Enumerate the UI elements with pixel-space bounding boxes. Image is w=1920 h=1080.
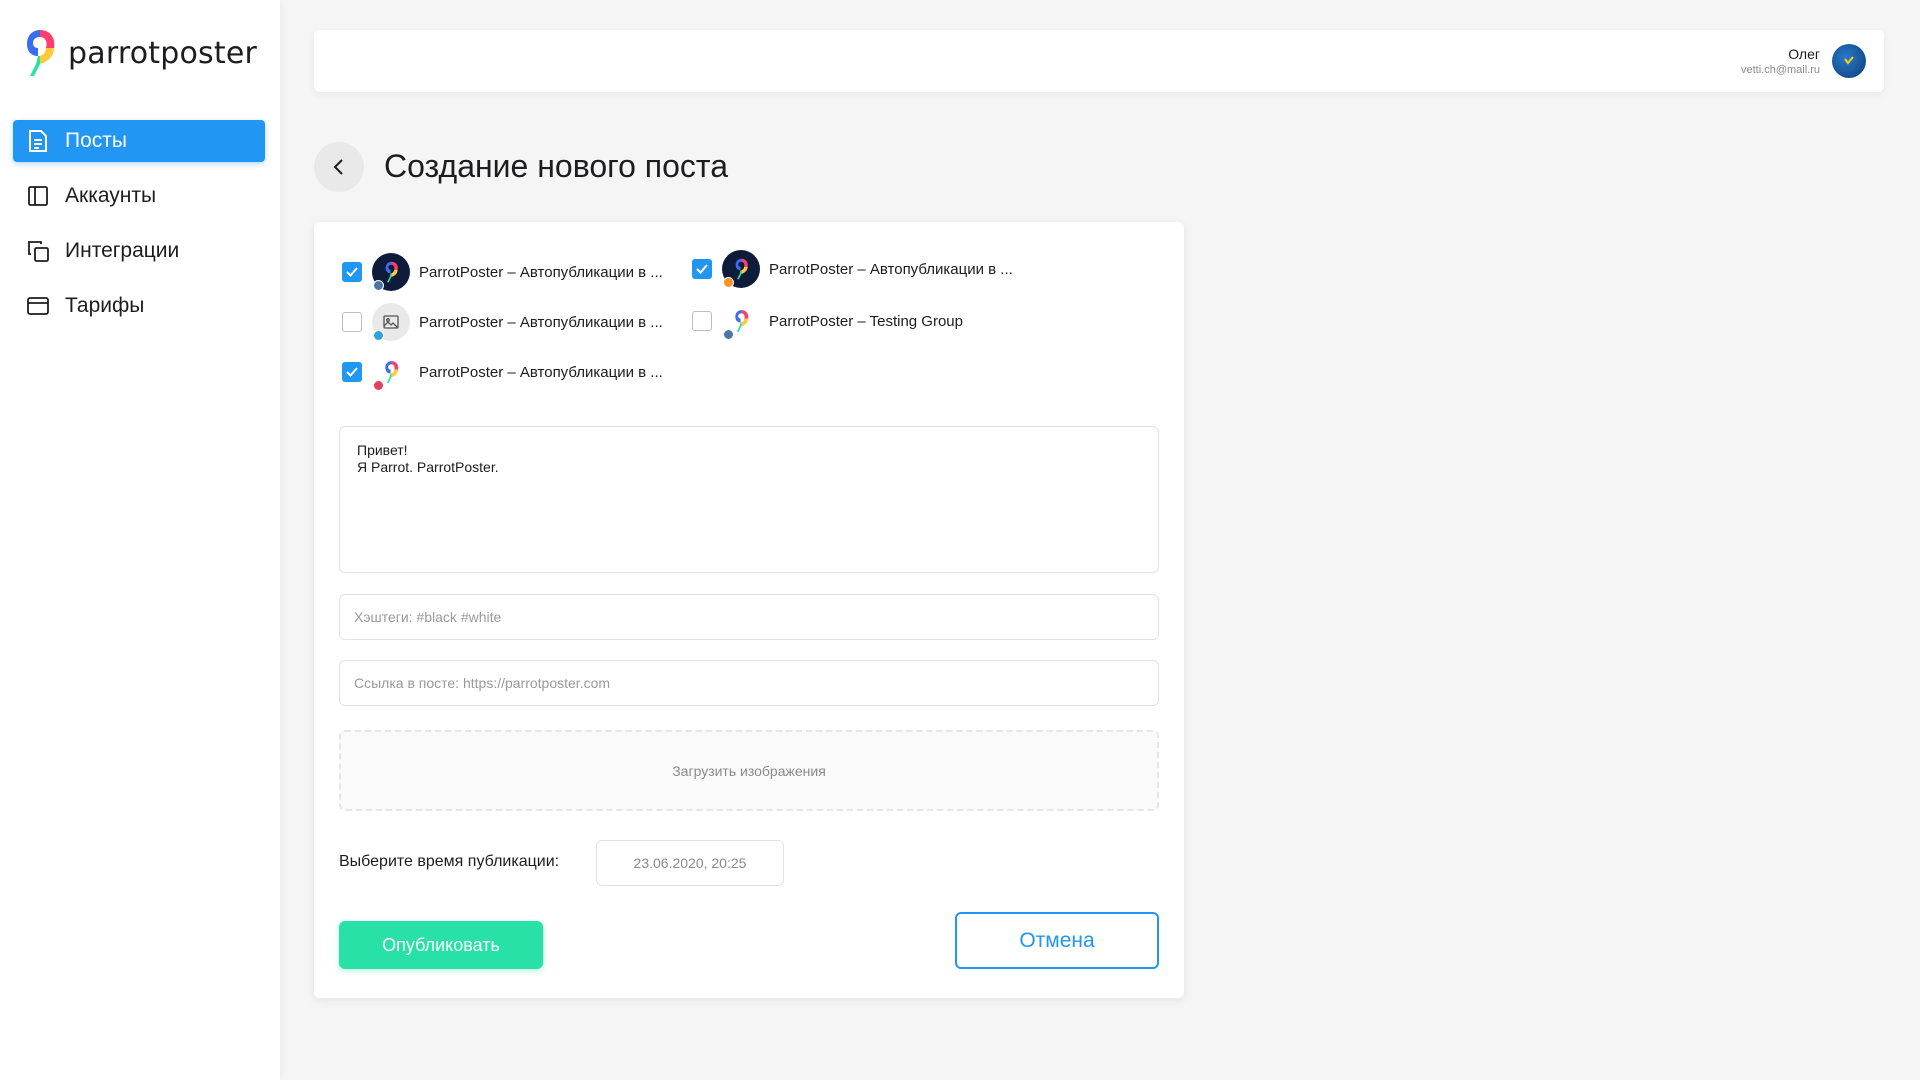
avatar-figure-icon xyxy=(1844,56,1854,65)
back-button[interactable] xyxy=(314,142,364,192)
checkmark-icon xyxy=(346,367,358,377)
account-name: ParrotPoster – Автопубликации в ... xyxy=(419,363,663,381)
user-email: vetti.ch@mail.ru xyxy=(1740,64,1820,76)
checkmark-icon xyxy=(346,267,358,277)
avatar[interactable] xyxy=(1832,44,1866,78)
parrot-icon xyxy=(385,261,398,283)
link-placeholder: Ссылка в посте: https://parrotposter.com xyxy=(354,675,611,691)
link-input[interactable]: Ссылка в посте: https://parrotposter.com xyxy=(339,660,1159,706)
parrot-icon xyxy=(735,310,749,332)
hashtags-placeholder: Хэштеги: #black #white xyxy=(354,609,502,625)
account-option[interactable]: ParrotPoster – Автопубликации в ... xyxy=(342,302,663,342)
sidebar-item-accounts[interactable]: Аккаунты xyxy=(13,175,265,217)
vk-icon xyxy=(723,329,734,340)
account-checkbox[interactable] xyxy=(342,362,362,382)
instagram-icon xyxy=(373,380,384,391)
account-name: ParrotPoster – Testing Group xyxy=(769,312,963,330)
sidebar-item-posts[interactable]: Посты xyxy=(13,120,265,162)
account-option[interactable]: ParrotPoster – Автопубликации в ... xyxy=(342,352,663,392)
top-bar: Олег vetti.ch@mail.ru xyxy=(314,30,1884,92)
account-avatar xyxy=(372,353,410,391)
account-checkbox[interactable] xyxy=(692,311,712,331)
sidebar-item-label: Тарифы xyxy=(65,294,145,317)
sidebar-item-tariffs[interactable]: Тарифы xyxy=(13,285,265,327)
new-post-form: ParrotPoster – Автопубликации в ... Parr… xyxy=(314,222,1184,998)
sidebar-item-label: Посты xyxy=(65,129,127,152)
chevron-left-icon xyxy=(333,159,343,175)
user-info: Олег vetti.ch@mail.ru xyxy=(1741,46,1820,76)
brand-name: parrotposter xyxy=(68,35,258,71)
telegram-icon xyxy=(373,330,384,341)
account-option[interactable]: ParrotPoster – Testing Group xyxy=(692,301,963,341)
panel-icon xyxy=(25,183,51,209)
post-text-input[interactable]: Привет! Я Parrot. ParrotPoster. xyxy=(339,426,1159,573)
document-icon xyxy=(25,128,51,154)
odnoklassniki-icon xyxy=(723,277,734,288)
checkmark-icon xyxy=(696,264,708,274)
account-name: ParrotPoster – Автопубликации в ... xyxy=(419,313,663,331)
sidebar-item-integrations[interactable]: Интеграции xyxy=(13,230,265,272)
parrot-logo-icon xyxy=(27,30,55,76)
account-avatar xyxy=(372,303,410,341)
sidebar-nav: Посты Аккаунты Интеграции Тарифы xyxy=(13,120,265,340)
account-checkbox[interactable] xyxy=(342,312,362,332)
image-placeholder-icon xyxy=(383,315,399,329)
account-option[interactable]: ParrotPoster – Автопубликации в ... xyxy=(342,252,663,292)
publish-time-value: 23.06.2020, 20:25 xyxy=(633,855,747,871)
image-upload-dropzone[interactable]: Загрузить изображения xyxy=(339,730,1159,811)
vk-icon xyxy=(373,280,384,291)
publish-button[interactable]: Опубликовать xyxy=(339,921,543,969)
account-avatar xyxy=(722,302,760,340)
account-name: ParrotPoster – Автопубликации в ... xyxy=(769,260,1013,278)
account-checkbox[interactable] xyxy=(342,262,362,282)
brand-logo[interactable]: parrotposter xyxy=(20,26,257,80)
cancel-button[interactable]: Отмена xyxy=(955,912,1159,969)
sidebar-item-label: Интеграции xyxy=(65,239,180,262)
sidebar: parrotposter Посты Аккаунты Интеграции Т… xyxy=(0,0,280,1080)
parrot-icon xyxy=(385,361,399,383)
user-name: Олег xyxy=(1788,46,1820,62)
sidebar-item-label: Аккаунты xyxy=(65,184,157,207)
publish-time-input[interactable]: 23.06.2020, 20:25 xyxy=(596,840,784,886)
account-avatar xyxy=(372,253,410,291)
account-avatar xyxy=(722,250,760,288)
user-menu[interactable]: Олег vetti.ch@mail.ru xyxy=(1741,44,1866,78)
card-icon xyxy=(25,293,51,319)
parrot-icon xyxy=(735,258,748,280)
copy-icon xyxy=(25,238,51,264)
upload-label: Загрузить изображения xyxy=(672,762,826,779)
account-name: ParrotPoster – Автопубликации в ... xyxy=(419,263,663,281)
page-title: Создание нового поста xyxy=(384,148,728,184)
publish-time-label: Выберите время публикации: xyxy=(339,853,560,870)
account-checkbox[interactable] xyxy=(692,259,712,279)
hashtags-input[interactable]: Хэштеги: #black #white xyxy=(339,594,1159,640)
account-option[interactable]: ParrotPoster – Автопубликации в ... xyxy=(692,249,1013,289)
